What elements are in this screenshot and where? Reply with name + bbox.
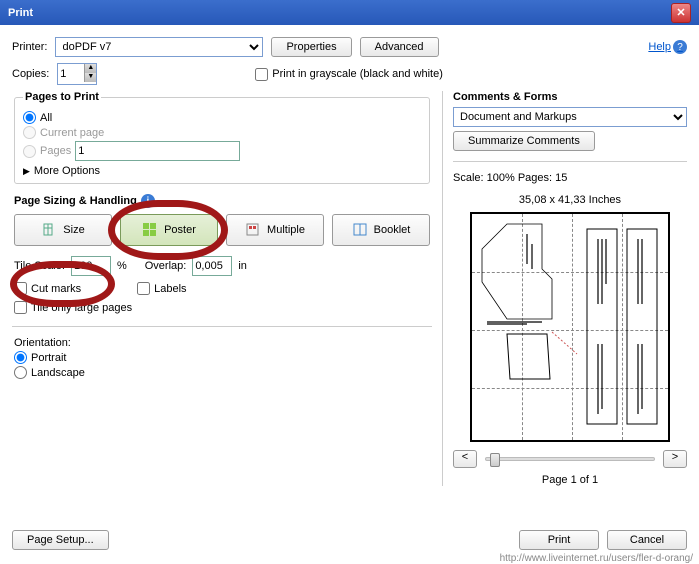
poster-button[interactable]: Poster <box>120 214 218 246</box>
page-setup-button[interactable]: Page Setup... <box>12 530 109 550</box>
window-title: Print <box>8 7 33 19</box>
labels-label: Labels <box>154 283 186 295</box>
comments-select[interactable]: Document and Markups <box>453 107 687 127</box>
poster-icon <box>142 222 158 238</box>
sizing-group: Page Sizing & Handling i Size Poster Mult… <box>14 192 430 318</box>
copies-spinner[interactable]: ▲▼ <box>57 63 97 85</box>
titlebar: Print ✕ <box>0 0 699 25</box>
pages-radio <box>23 145 36 158</box>
watermark-text: http://www.liveinternet.ru/users/fler-d-… <box>500 553 693 564</box>
printer-label: Printer: <box>12 41 47 53</box>
landscape-radio[interactable] <box>14 366 27 379</box>
spin-down-icon[interactable]: ▼ <box>84 73 96 82</box>
all-radio[interactable] <box>23 111 36 124</box>
portrait-label: Portrait <box>31 352 66 364</box>
multiple-icon <box>245 222 261 238</box>
help-icon: ? <box>673 40 687 54</box>
slider-thumb[interactable] <box>490 453 500 467</box>
copies-input[interactable] <box>58 64 84 84</box>
current-radio <box>23 126 36 139</box>
help-link[interactable]: Help? <box>648 40 687 54</box>
booklet-icon <box>352 222 368 238</box>
tile-scale-label: Tile Scale: <box>14 260 65 272</box>
tile-scale-input[interactable] <box>71 256 111 276</box>
overlap-input[interactable] <box>192 256 232 276</box>
page-slider[interactable] <box>485 457 655 461</box>
properties-button[interactable]: Properties <box>271 37 351 57</box>
tile-large-label: Tile only large pages <box>31 302 132 314</box>
info-icon[interactable]: i <box>141 194 155 208</box>
orientation-label: Orientation: <box>14 337 430 349</box>
advanced-button[interactable]: Advanced <box>360 37 439 57</box>
grayscale-checkbox[interactable] <box>255 68 268 81</box>
pages-to-print-group: Pages to Print All Current page Pages ▶M… <box>14 91 430 184</box>
overlap-label: Overlap: <box>145 260 187 272</box>
more-options-toggle[interactable]: ▶More Options <box>23 165 421 177</box>
multiple-button[interactable]: Multiple <box>226 214 324 246</box>
orientation-group: Orientation: Portrait Landscape <box>14 335 430 383</box>
size-button[interactable]: Size <box>14 214 112 246</box>
spin-up-icon[interactable]: ▲ <box>84 64 96 73</box>
all-label: All <box>40 112 52 124</box>
booklet-button[interactable]: Booklet <box>332 214 430 246</box>
sizing-legend: Page Sizing & Handling <box>14 195 137 207</box>
size-icon <box>41 222 57 238</box>
chevron-right-icon: ▶ <box>23 166 30 177</box>
printer-select[interactable]: doPDF v7 <box>55 37 263 57</box>
pages-input[interactable] <box>75 141 240 161</box>
tile-large-checkbox[interactable] <box>14 301 27 314</box>
preview-dims: 35,08 x 41,33 Inches <box>453 194 687 206</box>
pages-legend: Pages to Print <box>23 91 101 103</box>
current-label: Current page <box>40 127 104 139</box>
grayscale-label: Print in grayscale (black and white) <box>272 68 443 80</box>
cutmarks-checkbox[interactable] <box>14 282 27 295</box>
summarize-button[interactable]: Summarize Comments <box>453 131 595 151</box>
cutmarks-label: Cut marks <box>31 283 81 295</box>
landscape-label: Landscape <box>31 367 85 379</box>
page-counter: Page 1 of 1 <box>453 474 687 486</box>
next-page-button[interactable]: > <box>663 450 687 468</box>
print-button[interactable]: Print <box>519 530 599 550</box>
comments-legend: Comments & Forms <box>453 91 687 103</box>
print-preview <box>470 212 670 442</box>
copies-label: Copies: <box>12 68 49 80</box>
cancel-button[interactable]: Cancel <box>607 530 687 550</box>
portrait-radio[interactable] <box>14 351 27 364</box>
labels-checkbox[interactable] <box>137 282 150 295</box>
pages-label: Pages <box>40 145 71 157</box>
prev-page-button[interactable]: < <box>453 450 477 468</box>
close-icon[interactable]: ✕ <box>671 3 691 23</box>
scale-pages-text: Scale: 100% Pages: 15 <box>453 172 687 184</box>
